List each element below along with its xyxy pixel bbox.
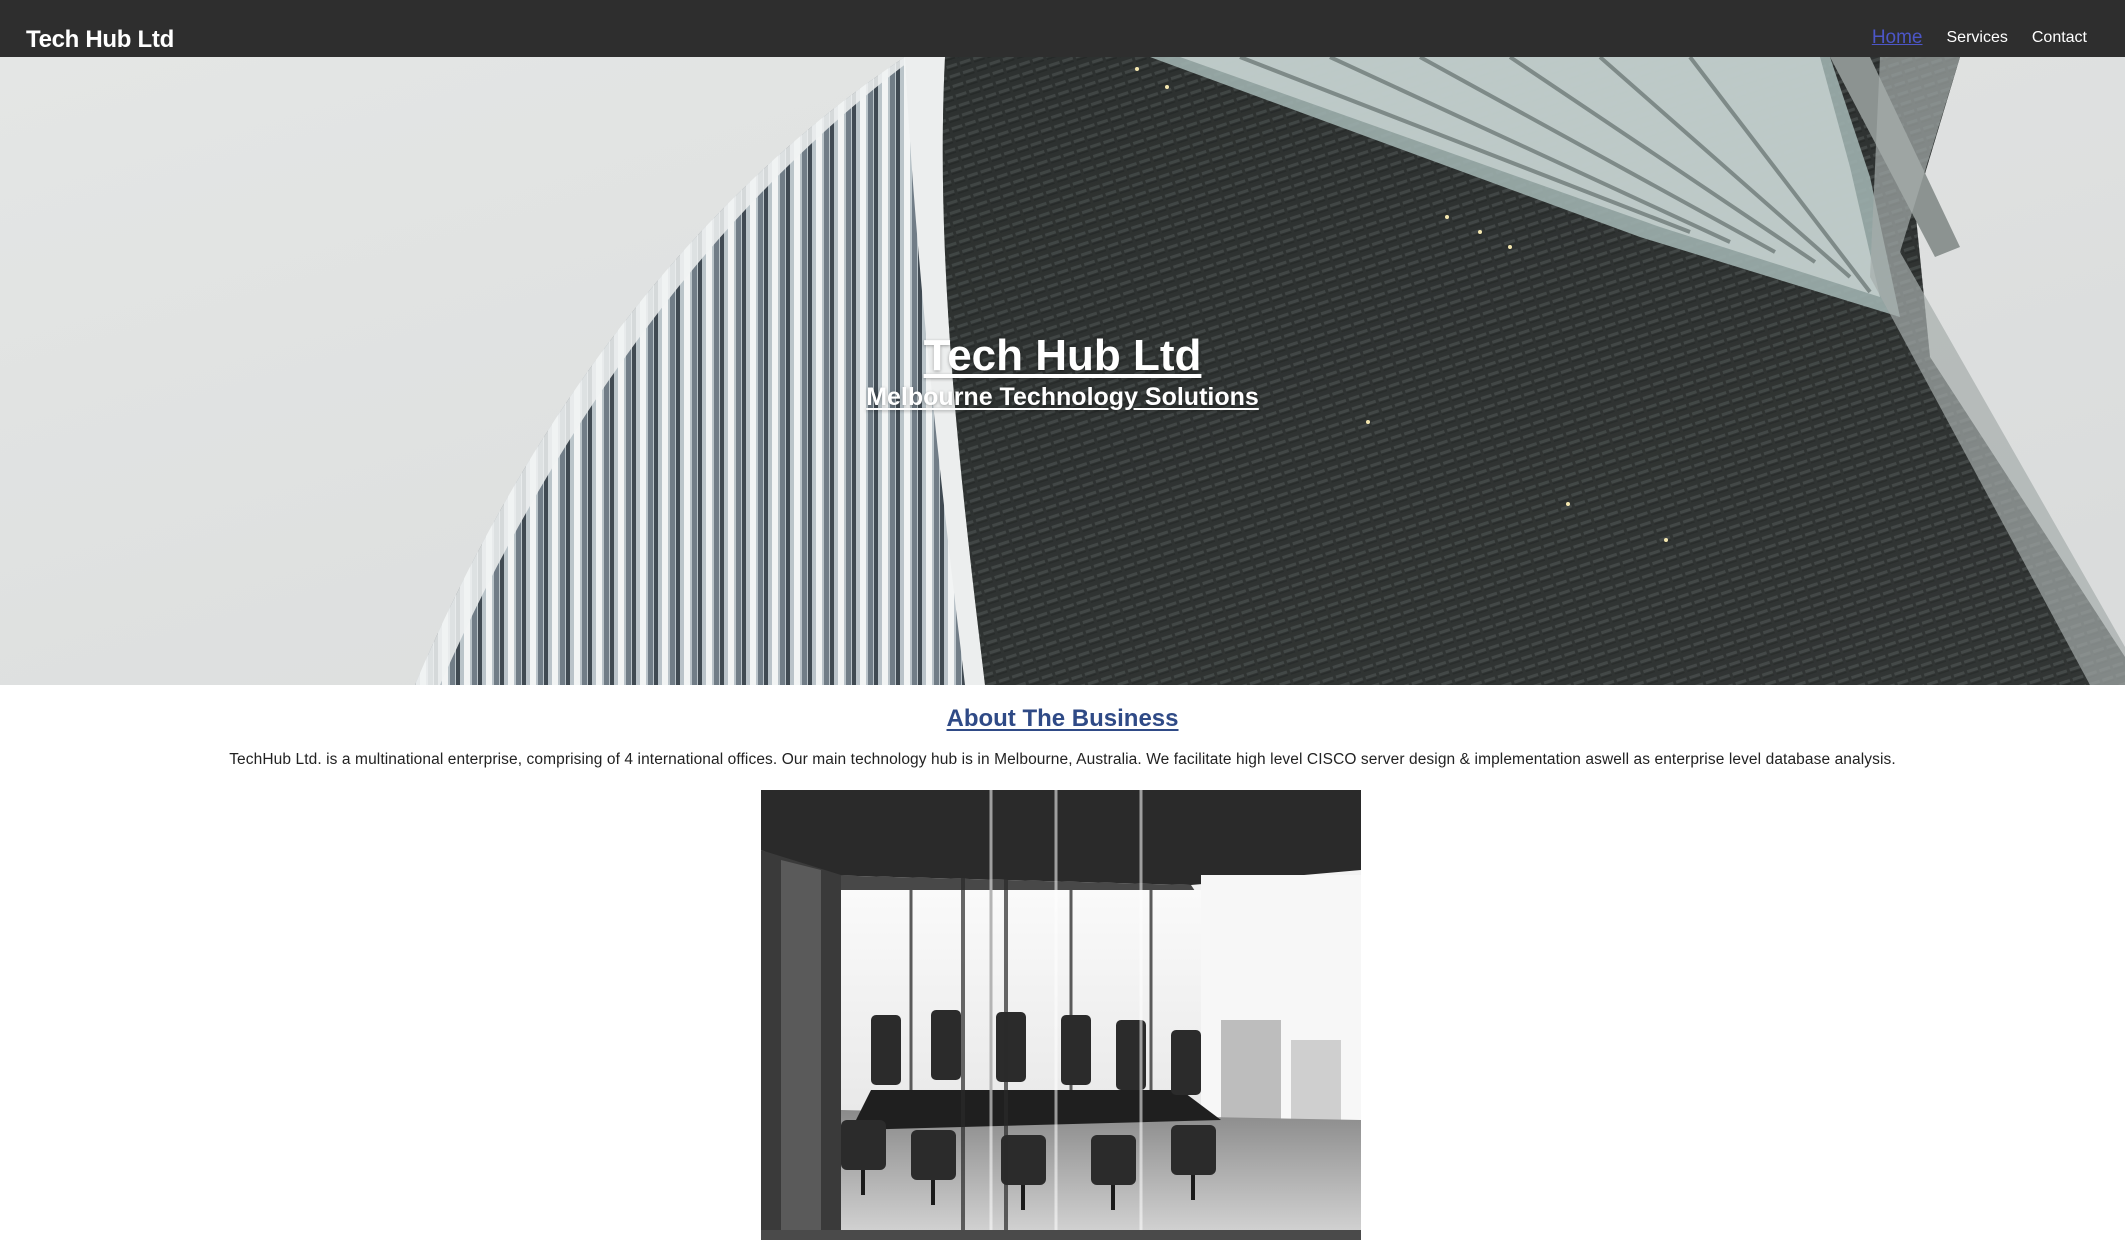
hero-title: Tech Hub Ltd [923, 331, 1202, 380]
brand-logo-text[interactable]: Tech Hub Ltd [26, 26, 174, 54]
about-description: TechHub Ltd. is a multinational enterpri… [229, 751, 1896, 768]
hero-banner: Tech Hub Ltd Melbourne Technology Soluti… [0, 57, 2125, 685]
nav-link-home[interactable]: Home [1872, 27, 1923, 49]
about-heading: About The Business [946, 705, 1179, 732]
nav-links: Home Services Contact [1848, 27, 2087, 49]
nav-link-services[interactable]: Services [1947, 29, 2008, 47]
hero-subtitle: Melbourne Technology Solutions [866, 383, 1259, 411]
nav-link-contact[interactable]: Contact [2032, 29, 2087, 47]
navbar: Tech Hub Ltd Home Services Contact [0, 0, 2125, 57]
conference-room-image [761, 790, 1361, 1240]
